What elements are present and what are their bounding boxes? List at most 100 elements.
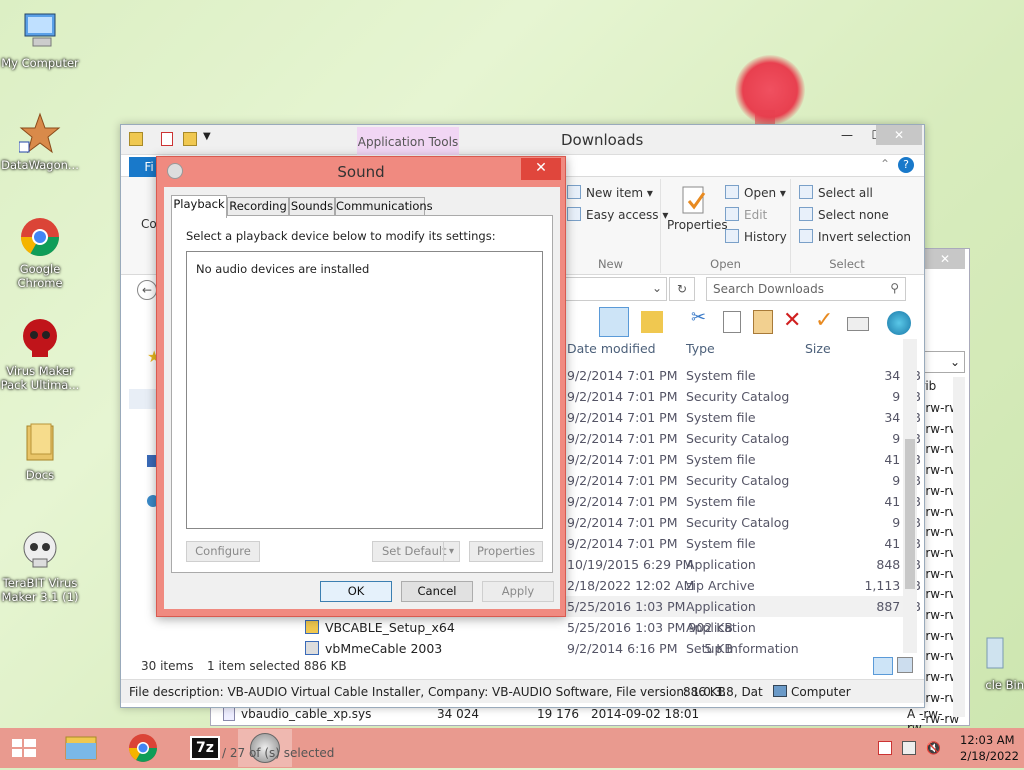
paste-icon[interactable]	[753, 310, 773, 334]
chevron-down-icon[interactable]: ▾	[443, 542, 459, 561]
tab-communications[interactable]: Communications	[335, 197, 433, 216]
device-list[interactable]: No audio devices are installed	[186, 251, 543, 529]
desktop-icon-virus-maker-pack[interactable]: Virus Maker Pack Ultima...	[0, 318, 80, 392]
table-row[interactable]: 9/2/2014 7:01 PMSecurity Catalog9 KB	[561, 428, 921, 449]
cell-size: 5 KB	[704, 641, 733, 656]
edit-icon	[725, 207, 739, 221]
table-row[interactable]: 9/2/2014 7:01 PMSystem file41 KB	[561, 533, 921, 554]
search-input[interactable]: Search Downloads ⚲	[706, 277, 906, 301]
properties-icon[interactable]	[161, 132, 173, 146]
history-icon	[725, 229, 739, 243]
history-button[interactable]: History	[725, 229, 787, 244]
cell-type: Application	[686, 557, 756, 572]
column-header-type[interactable]: Type	[686, 341, 715, 356]
desktop-icon-datawagon[interactable]: DataWagon...	[0, 112, 80, 172]
table-row[interactable]: vbaudio_cable_xp.sys 34 024 19 176 2014-…	[219, 705, 949, 735]
desktop-icon-my-computer[interactable]: My Computer	[0, 10, 80, 70]
select-none-button[interactable]: Select none	[799, 207, 889, 222]
clock-date[interactable]: 2/18/2022	[960, 749, 1019, 763]
table-row[interactable]: 9/2/2014 7:01 PMSecurity Catalog9 KB	[561, 470, 921, 491]
set-default-button[interactable]: Set Default ▾	[372, 541, 460, 562]
taskbar-file-explorer[interactable]	[54, 729, 108, 767]
close-icon[interactable]: ✕	[925, 249, 965, 269]
volume-muted-icon[interactable]: 🔇	[926, 741, 941, 755]
back-arrow-icon[interactable]: ←	[137, 280, 157, 300]
checkmark-icon[interactable]: ✓	[815, 307, 837, 337]
cell-date: 9/2/2014 7:01 PM	[567, 515, 678, 530]
chevron-down-icon[interactable]: ⌄	[652, 281, 662, 295]
action-center-flag-icon[interactable]	[878, 741, 892, 755]
table-row[interactable]: 9/2/2014 7:01 PMSystem file34 KB	[561, 407, 921, 428]
clock-time[interactable]: 12:03 AM	[960, 733, 1015, 747]
table-row[interactable]: 9/2/2014 7:01 PMSystem file41 KB	[561, 491, 921, 512]
scrollbar-thumb[interactable]	[905, 439, 915, 589]
properties-button[interactable]: Properties	[469, 541, 543, 562]
table-row[interactable]: 9/2/2014 7:01 PMSecurity Catalog9 KB	[561, 386, 921, 407]
folder-edit-icon[interactable]	[641, 311, 663, 333]
sound-dialog[interactable]: Sound ✕ Playback Recording Sounds Commun…	[156, 156, 566, 617]
cancel-button[interactable]: Cancel	[401, 581, 473, 602]
address-bar[interactable]: ⌄	[561, 277, 667, 301]
skull-icon	[19, 530, 61, 572]
group-label: New	[597, 257, 624, 271]
table-row[interactable]: 2/18/2022 12:02 AM zip Archive 1,113 KB	[561, 575, 921, 596]
table-row[interactable]: 10/19/2015 6:29 PM Application 848 KB	[561, 554, 921, 575]
start-button[interactable]	[0, 729, 48, 767]
cell-date: 9/2/2014 7:01 PM	[567, 452, 678, 467]
table-row[interactable]: 9/2/2014 7:01 PMSecurity Catalog9 KB	[561, 512, 921, 533]
tab-sounds[interactable]: Sounds	[289, 197, 335, 216]
setup-inf-icon	[305, 641, 319, 655]
cut-icon[interactable]: ✂	[691, 307, 711, 337]
delete-icon[interactable]: ✕	[783, 307, 805, 337]
table-row[interactable]: VBCABLE_Setup_x64 5/25/2016 1:03 PM Applic…	[301, 617, 913, 638]
application-tools-tab[interactable]: Application Tools	[357, 127, 459, 155]
properties-button[interactable]: Properties	[667, 185, 728, 232]
view-pane-icon[interactable]	[599, 307, 629, 337]
easy-access-button[interactable]: Easy access ▾	[567, 207, 668, 222]
cell-type: Security Catalog	[686, 431, 790, 446]
cell-date: 9/2/2014 7:01 PM	[567, 389, 678, 404]
back-scrollbar[interactable]	[953, 377, 965, 717]
new-item-button[interactable]: New item ▾	[567, 185, 653, 200]
vertical-scrollbar[interactable]	[903, 339, 917, 653]
rename-icon[interactable]	[847, 317, 869, 331]
ok-button[interactable]: OK	[320, 581, 392, 602]
details-view-icon[interactable]	[873, 657, 893, 675]
column-header-size[interactable]: Size	[805, 341, 831, 356]
search-icon: ⚲	[890, 281, 899, 295]
chevron-down-icon[interactable]: ▼	[203, 131, 211, 142]
taskbar-chrome[interactable]	[116, 729, 170, 767]
thumbnail-view-icon[interactable]	[897, 657, 913, 673]
invert-selection-button[interactable]: Invert selection	[799, 229, 911, 244]
apply-button[interactable]: Apply	[482, 581, 554, 602]
edit-button[interactable]: Edit	[725, 207, 767, 222]
open-button[interactable]: Open ▾	[725, 185, 786, 200]
refresh-icon[interactable]: ↻	[669, 277, 695, 301]
explorer-titlebar[interactable]: ▼ Application Tools Downloads — ☐ ✕	[121, 125, 924, 155]
chrome-icon	[19, 216, 61, 258]
select-all-button[interactable]: Select all	[799, 185, 873, 200]
tab-playback[interactable]: Playback	[171, 195, 227, 218]
configure-button[interactable]: Configure	[186, 541, 260, 562]
table-row[interactable]: 5/25/2016 1:03 PM Application 887 KB	[561, 596, 921, 617]
desktop-icon-docs[interactable]: Docs	[0, 422, 80, 482]
help-icon[interactable]: ?	[898, 157, 914, 173]
close-icon[interactable]: ✕	[521, 158, 561, 180]
tab-recording[interactable]: Recording	[227, 197, 289, 216]
copy-button[interactable]: Co	[141, 217, 157, 231]
cell-type: System file	[686, 536, 756, 551]
close-icon[interactable]: ✕	[876, 125, 922, 145]
cell-type: System file	[686, 410, 756, 425]
column-header-date[interactable]: Date modified	[567, 341, 656, 356]
network-icon[interactable]	[902, 741, 916, 755]
copy-icon[interactable]	[723, 311, 741, 333]
new-folder-icon[interactable]	[183, 132, 197, 146]
table-row[interactable]: 9/2/2014 7:01 PMSystem file41 KB	[561, 449, 921, 470]
table-row[interactable]: 9/2/2014 7:01 PMSystem file34 KB	[561, 365, 921, 386]
minimize-icon[interactable]: —	[832, 125, 862, 145]
collapse-ribbon-icon[interactable]: ⌃	[880, 157, 890, 171]
globe-icon[interactable]	[887, 311, 911, 335]
desktop-icon-terabit[interactable]: TeraBIT Virus Maker 3.1 (1)	[0, 530, 80, 604]
desktop-icon-google-chrome[interactable]: Google Chrome	[0, 216, 80, 290]
setup-exe-icon	[305, 620, 319, 634]
